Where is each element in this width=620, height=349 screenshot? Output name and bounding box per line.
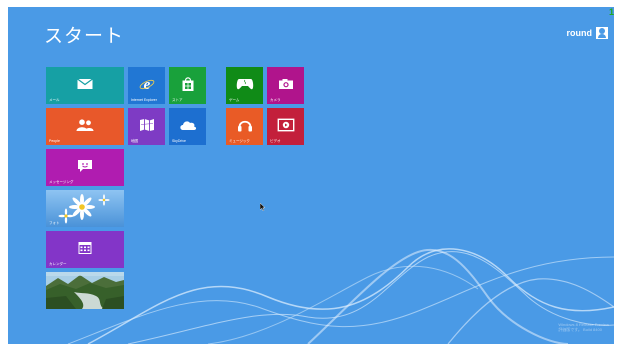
tile-video-label: ビデオ — [270, 139, 281, 143]
gamepad-icon — [236, 78, 253, 89]
tile-skydrive[interactable]: SkyDrive — [169, 108, 206, 145]
corner-badge: 1 — [608, 7, 614, 17]
map-icon — [139, 118, 154, 131]
mouse-cursor-icon — [260, 203, 265, 211]
desktop-landscape — [46, 272, 124, 309]
tile-music-label: ミュージック — [229, 139, 250, 143]
camera-icon — [278, 78, 293, 89]
tile-camera[interactable]: カメラ — [267, 67, 304, 104]
user-avatar-icon — [596, 27, 608, 39]
headphones-icon — [237, 120, 252, 132]
watermark-line-2: 評価版です。 Build 8400 — [558, 327, 602, 332]
internet-explorer-icon: e — [139, 77, 154, 92]
user-account[interactable]: round — [566, 27, 608, 39]
tile-messaging-label: メッセージング — [49, 180, 74, 184]
tile-games-label: ゲーム — [229, 98, 240, 102]
user-name: round — [566, 28, 593, 38]
tile-calendar-label: カレンダー — [49, 262, 67, 266]
tile-people-label: People — [49, 139, 60, 143]
tile-photos-label: フォト — [49, 221, 60, 225]
store-bag-icon — [182, 76, 193, 91]
tile-store[interactable]: ストア — [169, 67, 206, 104]
tile-camera-label: カメラ — [270, 98, 281, 102]
svg-text:e: e — [143, 77, 150, 92]
tile-desktop[interactable] — [46, 272, 124, 309]
start-screen: スタート round 1 メール People メッセージング フォト カレンダ… — [8, 7, 614, 344]
tile-mail[interactable]: メール — [46, 67, 124, 104]
start-title: スタート — [44, 25, 125, 47]
watermark: Windows 8 Release Preview 評価版です。 Build 8… — [558, 322, 609, 332]
tile-internet-explorer[interactable]: e Internet Explorer — [128, 67, 165, 104]
cloud-icon — [179, 121, 196, 130]
play-icon — [277, 118, 294, 132]
tile-photos[interactable]: フォト — [46, 190, 124, 227]
tile-maps-label: 地図 — [131, 139, 138, 143]
tile-people[interactable]: People — [46, 108, 124, 145]
tile-store-label: ストア — [172, 98, 183, 102]
tile-calendar[interactable]: カレンダー — [46, 231, 124, 268]
tile-music[interactable]: ミュージック — [226, 108, 263, 145]
chat-icon — [78, 159, 92, 172]
tile-maps[interactable]: 地図 — [128, 108, 165, 145]
tile-messaging[interactable]: メッセージング — [46, 149, 124, 186]
tile-ie-label: Internet Explorer — [131, 98, 157, 102]
tile-games[interactable]: ゲーム — [226, 67, 263, 104]
people-icon — [76, 119, 94, 131]
tile-mail-label: メール — [49, 98, 60, 102]
tile-skydrive-label: SkyDrive — [172, 139, 187, 143]
mail-icon — [77, 78, 93, 89]
calendar-icon — [78, 241, 92, 254]
tile-video[interactable]: ビデオ — [267, 108, 304, 145]
